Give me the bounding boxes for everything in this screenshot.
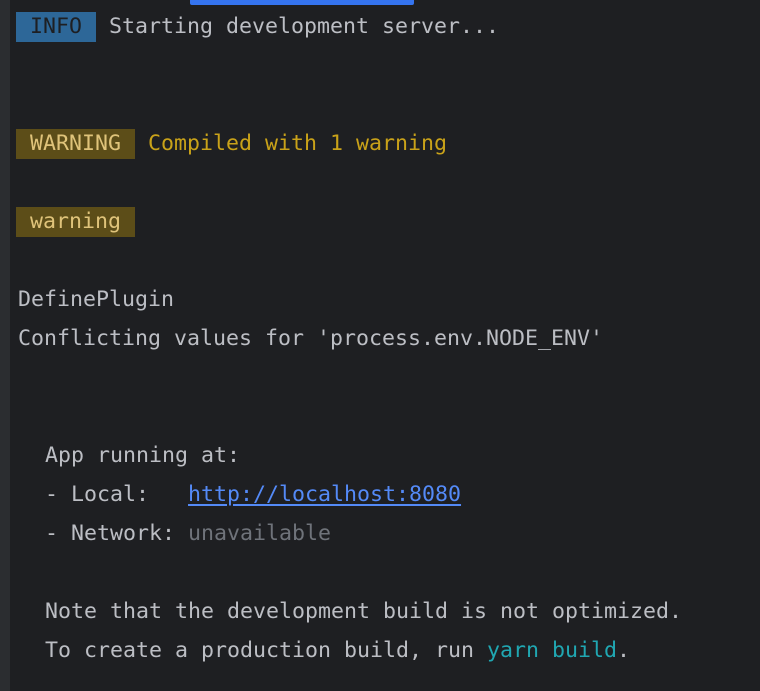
info-line: INFO Starting development server... [16, 12, 499, 42]
warning-tag-badge: warning [16, 207, 136, 237]
warning-tag-line: warning [16, 207, 136, 237]
warning-badge: WARNING [16, 129, 136, 159]
warning-line: WARNING Compiled with 1 warning [16, 129, 447, 159]
network-line: - Network: unavailable [45, 519, 331, 549]
info-message: Starting development server... [109, 14, 500, 39]
note-prefix: To create a production build, run [45, 638, 488, 663]
local-url-link[interactable]: http://localhost:8080 [188, 482, 461, 507]
local-line: - Local: http://localhost:8080 [45, 480, 461, 510]
active-tab-indicator [190, 0, 414, 5]
note-line-2: To create a production build, run yarn b… [45, 636, 630, 666]
network-label: - Network: [45, 521, 189, 546]
note-line-1: Note that the development build is not o… [45, 599, 683, 624]
info-badge: INFO [16, 12, 97, 42]
warning-detail: Conflicting values for 'process.env.NODE… [18, 326, 604, 351]
network-value: unavailable [188, 521, 332, 546]
build-command: yarn build [487, 638, 618, 663]
note-suffix: . [617, 638, 631, 663]
editor-gutter [0, 0, 10, 691]
warning-message: Compiled with 1 warning [148, 131, 448, 156]
app-running-heading: App running at: [45, 443, 241, 468]
plugin-name: DefinePlugin [18, 287, 175, 312]
local-label: - Local: [45, 482, 189, 507]
